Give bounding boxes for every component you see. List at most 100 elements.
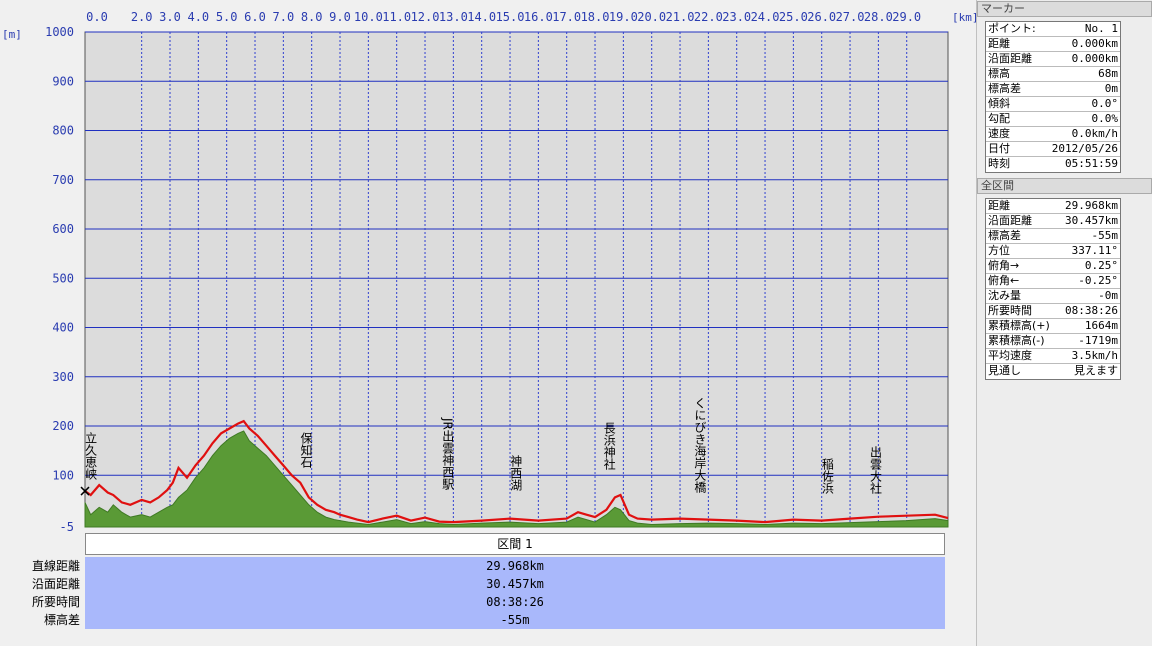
marker-properties: ポイント: No. 1 距離 0.000km 沿面距離 0.000km 標高 68m 標高差 0m… xyxy=(985,21,1121,173)
marker-prop-value: 0.0° xyxy=(1091,97,1119,110)
marker-prop-value: 2012/05/26 xyxy=(1051,142,1118,155)
section-prop-key: 俯角← xyxy=(988,274,1020,287)
section-prop-value: 1664m xyxy=(1084,319,1118,332)
summary-value: 30.457km xyxy=(85,575,945,593)
summary-label: 直線距離 xyxy=(31,559,80,573)
x-tick-label: 6.0 xyxy=(244,10,266,24)
section-prop-key: 沈み量 xyxy=(988,289,1021,302)
x-tick-label: 25.0 xyxy=(779,10,808,24)
marker-prop-row: 標高差 0m xyxy=(986,82,1120,97)
section-prop-value: 337.11° xyxy=(1071,244,1118,257)
x-tick-label: 17.0 xyxy=(552,10,581,24)
marker-prop-row: 距離 0.000km xyxy=(986,37,1120,52)
marker-prop-key: 沿面距離 xyxy=(988,52,1032,65)
summary-row: 沿面距離 30.457km xyxy=(0,575,976,593)
landmark-label: 稲佐浜 xyxy=(820,458,834,494)
elevation-chart-area: 1000 900 800 700 600 500 400 300 200 100 -5 0.0 2.0 3… xyxy=(0,0,976,646)
x-tick-label: 2.0 xyxy=(131,10,153,24)
section-prop-row: 標高差 -55m xyxy=(986,229,1120,244)
x-tick-label: 27.0 xyxy=(836,10,865,24)
summary-row: 所要時間 08:38:26 xyxy=(0,593,976,611)
landmark-label: 神西湖 xyxy=(509,455,523,491)
section-header[interactable]: 区間 1 xyxy=(85,533,945,555)
section-prop-key: 累積標高(-) xyxy=(988,334,1045,347)
x-tick-label: 28.0 xyxy=(864,10,893,24)
section-prop-key: 累積標高(+) xyxy=(988,319,1050,332)
x-tick-label: 9.0 xyxy=(329,10,351,24)
marker-prop-value: 0.0km/h xyxy=(1071,127,1118,140)
section-prop-key: 距離 xyxy=(988,199,1010,212)
marker-prop-key: 距離 xyxy=(988,37,1010,50)
y-tick-label: -5 xyxy=(60,520,74,533)
y-tick-label: 900 xyxy=(52,74,74,88)
section-prop-value: -55m xyxy=(1091,229,1119,242)
y-tick-label: 300 xyxy=(52,370,74,384)
x-tick-label: 5.0 xyxy=(216,10,238,24)
x-tick-label: 4.0 xyxy=(187,10,209,24)
section-prop-row: 累積標高(-) -1719m xyxy=(986,334,1120,349)
y-tick-label: 700 xyxy=(52,173,74,187)
section-prop-row: 沿面距離 30.457km xyxy=(986,214,1120,229)
summary-value: -55m xyxy=(85,611,945,629)
marker-prop-value: 05:51:59 xyxy=(1065,157,1118,170)
section-prop-value: 29.968km xyxy=(1065,199,1118,212)
x-tick-label: 23.0 xyxy=(722,10,751,24)
section-prop-row: 見通し 見えます xyxy=(986,364,1120,379)
section-prop-row: 累積標高(+) 1664m xyxy=(986,319,1120,334)
y-unit-label: [m] xyxy=(2,28,22,41)
x-unit-label: [km] xyxy=(952,11,976,24)
x-tick-label: 21.0 xyxy=(666,10,695,24)
marker-prop-row: 速度 0.0km/h xyxy=(986,127,1120,142)
marker-prop-key: 標高 xyxy=(988,67,1010,80)
x-tick-label: 29.0 xyxy=(892,10,921,24)
landmark-label: 保知石 xyxy=(299,432,313,468)
marker-prop-key: 時刻 xyxy=(988,157,1010,170)
landmark-label: くにびき海岸大橋 xyxy=(693,397,707,494)
marker-prop-row: 傾斜 0.0° xyxy=(986,97,1120,112)
info-side-panel: マーカー ポイント: No. 1 距離 0.000km 沿面距離 0.000km 標高 68m… xyxy=(976,0,1152,646)
marker-prop-row: 沿面距離 0.000km xyxy=(986,52,1120,67)
x-tick-label: 26.0 xyxy=(807,10,836,24)
section-prop-value: 0.25° xyxy=(1084,259,1118,272)
marker-prop-row: 日付 2012/05/26 xyxy=(986,142,1120,157)
marker-panel-title[interactable]: マーカー xyxy=(977,1,1152,17)
marker-prop-key: 勾配 xyxy=(988,112,1010,125)
marker-prop-value: 0m xyxy=(1104,82,1118,95)
section-prop-key: 俯角→ xyxy=(988,259,1020,272)
summary-row: 直線距離 29.968km xyxy=(0,557,976,575)
section-prop-key: 標高差 xyxy=(988,229,1021,242)
summary-value: 29.968km xyxy=(85,557,945,575)
y-tick-label: 400 xyxy=(52,321,74,335)
x-tick-label: 22.0 xyxy=(694,10,723,24)
section-prop-value: -0.25° xyxy=(1078,274,1118,287)
marker-prop-value: No. 1 xyxy=(1084,22,1118,35)
x-tick-label: 10.0 xyxy=(354,10,383,24)
y-tick-label: 1000 xyxy=(45,25,74,39)
x-tick-label: 3.0 xyxy=(159,10,181,24)
summary-row: 標高差 -55m xyxy=(0,611,976,629)
section-prop-row: 方位 337.11° xyxy=(986,244,1120,259)
summary-label: 所要時間 xyxy=(31,595,80,609)
marker-prop-row: 標高 68m xyxy=(986,67,1120,82)
marker-prop-key: 標高差 xyxy=(988,82,1021,95)
section-prop-row: 平均速度 3.5km/h xyxy=(986,349,1120,364)
x-tick-label: 13.0 xyxy=(439,10,468,24)
section-prop-key: 平均速度 xyxy=(988,349,1032,362)
marker-prop-value: 68m xyxy=(1098,67,1118,80)
landmark-label: JR出雲神西駅 xyxy=(441,417,455,490)
y-tick-label: 200 xyxy=(52,419,74,433)
x-tick-label: 12.0 xyxy=(411,10,440,24)
elevation-profile-chart: 1000 900 800 700 600 500 400 300 200 100 -5 0.0 2.0 3… xyxy=(2,10,976,533)
marker-prop-key: ポイント: xyxy=(988,22,1036,35)
section-prop-value: 3.5km/h xyxy=(1071,349,1118,362)
section-prop-row: 沈み量 -0m xyxy=(986,289,1120,304)
marker-prop-row: 勾配 0.0% xyxy=(986,112,1120,127)
section-prop-value: -0m xyxy=(1098,289,1118,302)
section-prop-row: 俯角← -0.25° xyxy=(986,274,1120,289)
section-prop-value: 見えます xyxy=(1074,364,1118,377)
section-prop-row: 距離 29.968km xyxy=(986,199,1120,214)
section-prop-key: 見通し xyxy=(988,364,1021,377)
section-prop-value: 30.457km xyxy=(1065,214,1118,227)
section-panel-title[interactable]: 全区間 xyxy=(977,178,1152,194)
landmark-label: 立久恵峡 xyxy=(84,431,98,480)
